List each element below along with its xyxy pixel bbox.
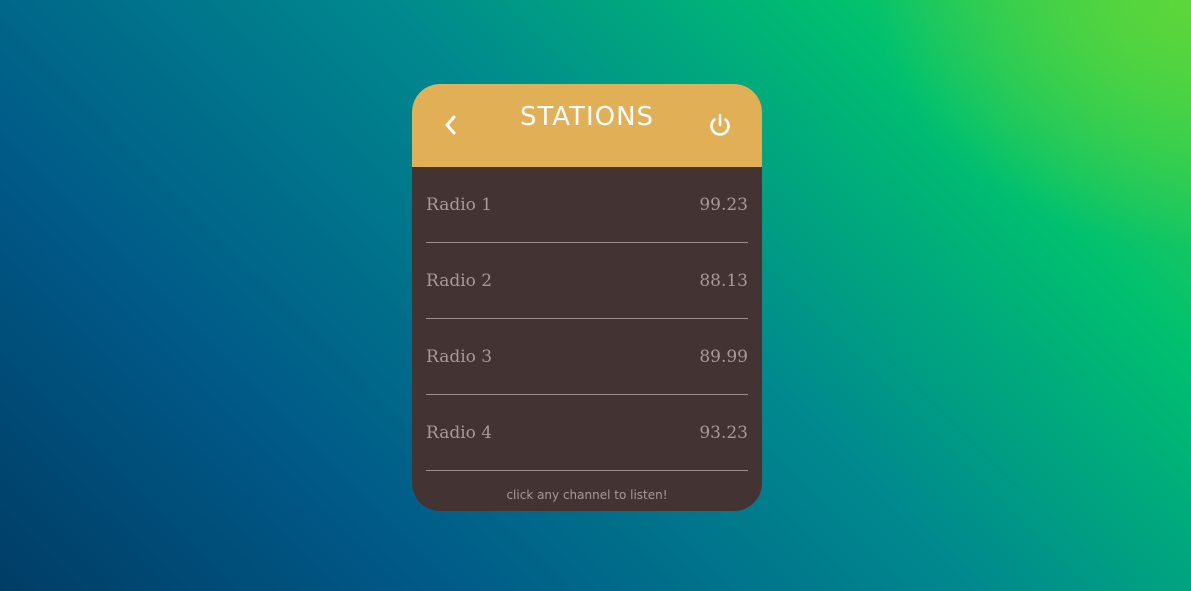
station-frequency: 88.13 [699, 271, 748, 291]
station-row-radio-1[interactable]: Radio 1 99.23 [426, 167, 748, 243]
station-row-radio-3[interactable]: Radio 3 89.99 [426, 319, 748, 395]
station-frequency: 93.23 [699, 423, 748, 443]
power-button[interactable] [706, 110, 734, 140]
header-bar: STATIONS [412, 84, 762, 167]
station-frequency: 89.99 [699, 347, 748, 367]
station-row-radio-4[interactable]: Radio 4 93.23 [426, 395, 748, 471]
station-name: Radio 4 [426, 423, 493, 443]
power-icon [706, 113, 734, 144]
station-frequency: 99.23 [699, 195, 748, 215]
stations-card: STATIONS Radio 1 99.23 Radio 2 88.13 Rad… [412, 84, 762, 511]
station-list: Radio 1 99.23 Radio 2 88.13 Radio 3 89.9… [426, 167, 748, 471]
station-name: Radio 1 [426, 195, 493, 215]
station-row-radio-2[interactable]: Radio 2 88.13 [426, 243, 748, 319]
station-name: Radio 2 [426, 271, 493, 291]
footer-hint: click any channel to listen! [506, 488, 668, 502]
station-name: Radio 3 [426, 347, 493, 367]
